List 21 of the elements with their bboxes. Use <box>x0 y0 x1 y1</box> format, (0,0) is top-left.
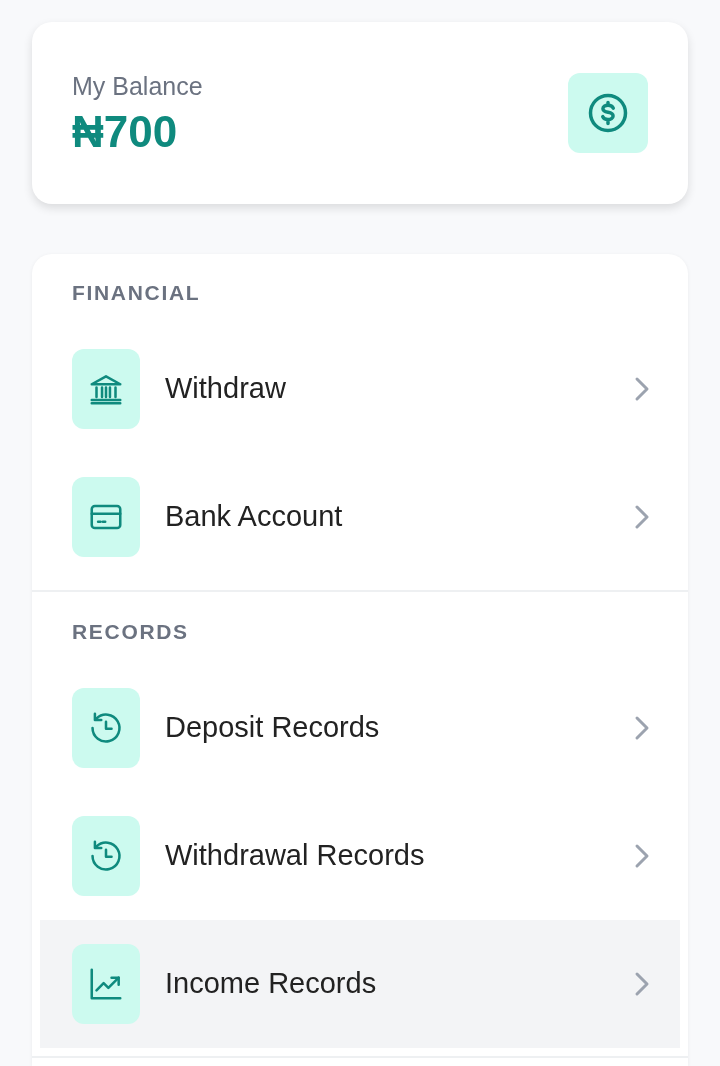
section-heading: RECORDS <box>71 622 190 642</box>
dollar-icon <box>568 73 648 153</box>
menu-item-label: Bank Account <box>165 499 344 535</box>
menu-item-label: Income Records <box>165 966 378 1002</box>
chevron-icon <box>634 843 650 869</box>
menu-item-label: Deposit Records <box>165 710 381 746</box>
bank-icon <box>72 349 140 429</box>
chart-icon <box>72 944 140 1024</box>
chevron-icon <box>634 376 650 402</box>
balance-label: My Balance <box>72 71 203 103</box>
menu-item-label: Withdraw <box>165 371 287 407</box>
balance-amount: ₦700 <box>72 109 179 154</box>
chevron-icon <box>634 715 650 741</box>
card-icon <box>72 477 140 557</box>
history-icon <box>72 816 140 896</box>
menu-item[interactable]: Income Records <box>40 920 680 1048</box>
chevron-icon <box>634 971 650 997</box>
chevron-icon <box>634 504 650 530</box>
section-heading: FINANCIAL <box>71 283 202 303</box>
history-icon <box>72 688 140 768</box>
menu-item-label: Withdrawal Records <box>165 838 426 874</box>
